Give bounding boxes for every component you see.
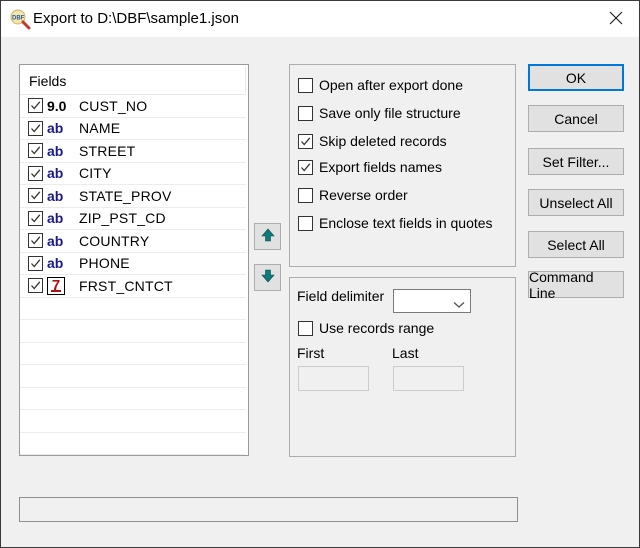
empty-row — [20, 388, 246, 410]
field-name: COUNTRY — [79, 232, 150, 249]
option-box[interactable] — [298, 105, 313, 121]
fields-list[interactable]: Fields 9.0 CUST_NOab NAME ab STREET ab CITY ab S… — [19, 64, 249, 456]
last-record-input[interactable] — [393, 366, 464, 391]
option-checkbox[interactable]: Reverse order — [298, 187, 408, 203]
option-checkbox[interactable]: Enclose text fields in quotes — [298, 215, 493, 231]
delimiter-group: Field delimiter Use records range First … — [289, 277, 516, 457]
field-checkbox[interactable] — [28, 233, 43, 249]
export-dialog: DBF Export to D:\DBF\sample1.json Fields… — [0, 0, 640, 548]
option-checkbox[interactable]: Skip deleted records — [298, 133, 447, 149]
text-type-icon: ab — [47, 120, 64, 137]
option-box[interactable] — [298, 215, 313, 231]
arrow-up-icon — [260, 228, 275, 245]
option-box[interactable] — [298, 77, 313, 93]
option-label: Reverse order — [319, 187, 408, 203]
fields-rows: 9.0 CUST_NOab NAME ab STREET ab CITY ab STATE_PR… — [20, 95, 246, 455]
title-bar: DBF Export to D:\DBF\sample1.json — [1, 1, 639, 37]
field-row[interactable]: ab COUNTRY — [20, 230, 246, 253]
date-type-icon: 7 — [47, 276, 65, 295]
field-name: STATE_PROV — [79, 187, 172, 204]
field-checkbox[interactable] — [28, 98, 43, 114]
empty-row — [20, 365, 246, 388]
last-label: Last — [392, 345, 419, 361]
field-name: NAME — [79, 120, 121, 137]
field-row[interactable]: ab STREET — [20, 140, 246, 163]
option-label: Export fields names — [319, 159, 442, 175]
field-checkbox[interactable] — [28, 278, 43, 294]
use-records-range-checkbox[interactable]: Use records range — [298, 320, 434, 336]
cancel-button[interactable]: Cancel — [528, 105, 624, 132]
field-checkbox[interactable] — [28, 120, 43, 136]
field-checkbox[interactable] — [28, 255, 43, 271]
window-title: Export to D:\DBF\sample1.json — [33, 10, 239, 27]
first-record-input[interactable] — [298, 366, 369, 391]
move-up-button[interactable] — [254, 223, 281, 250]
option-checkbox[interactable]: Save only file structure — [298, 105, 461, 121]
text-type-icon: ab — [47, 142, 64, 159]
use-records-range-box[interactable] — [298, 320, 313, 336]
fields-header-label: Fields — [29, 73, 67, 89]
field-row[interactable]: 7 FRST_CNTCT — [20, 275, 246, 298]
field-checkbox[interactable] — [28, 165, 43, 181]
field-name: CUST_NO — [79, 97, 148, 114]
command-line-button[interactable]: Command Line — [528, 269, 624, 301]
field-name: ZIP_PST_CD — [79, 210, 166, 227]
numeric-type-icon: 9.0 — [47, 97, 67, 114]
unselect-all-button[interactable]: Unselect All — [528, 189, 624, 216]
text-type-icon: ab — [47, 165, 64, 182]
option-box[interactable] — [298, 133, 313, 149]
field-row[interactable]: ab ZIP_PST_CD — [20, 208, 246, 230]
field-checkbox[interactable] — [28, 143, 43, 159]
set-filter-button[interactable]: Set Filter... — [528, 148, 624, 175]
option-box[interactable] — [298, 159, 313, 175]
empty-row — [20, 298, 246, 320]
ok-button[interactable]: OK — [528, 64, 624, 91]
field-name: FRST_CNTCT — [79, 277, 173, 294]
field-checkbox[interactable] — [28, 210, 43, 226]
text-type-icon: ab — [47, 210, 64, 227]
first-label: First — [297, 345, 325, 361]
close-icon — [609, 11, 623, 28]
chevron-down-icon — [453, 296, 465, 312]
use-records-range-label: Use records range — [319, 320, 435, 336]
field-delimiter-label: Field delimiter — [297, 288, 385, 304]
field-row[interactable]: ab STATE_PROV — [20, 185, 246, 208]
field-checkbox[interactable] — [28, 188, 43, 204]
option-checkbox[interactable]: Open after export done — [298, 77, 463, 93]
empty-row — [20, 410, 246, 433]
text-type-icon: ab — [47, 255, 64, 272]
field-row[interactable]: ab NAME — [20, 118, 246, 140]
field-name: STREET — [79, 142, 136, 159]
option-label: Save only file structure — [319, 105, 461, 121]
close-button[interactable] — [593, 1, 639, 37]
select-all-button[interactable]: Select All — [528, 231, 624, 258]
field-row[interactable]: ab PHONE — [20, 253, 246, 275]
option-box[interactable] — [298, 187, 313, 203]
empty-row — [20, 433, 246, 455]
text-type-icon: ab — [47, 187, 64, 204]
option-checkbox[interactable]: Export fields names — [298, 159, 442, 175]
field-delimiter-select[interactable] — [393, 289, 471, 313]
empty-row — [20, 343, 246, 365]
fields-list-header[interactable]: Fields — [20, 65, 246, 95]
dbf-magnifier-icon: DBF — [9, 8, 31, 30]
export-progress-bar — [19, 497, 518, 522]
option-label: Skip deleted records — [319, 133, 447, 149]
move-down-button[interactable] — [254, 264, 281, 291]
field-row[interactable]: 9.0 CUST_NO — [20, 95, 246, 118]
field-row[interactable]: ab CITY — [20, 163, 246, 185]
text-type-icon: ab — [47, 232, 64, 249]
export-options-group: Open after export done Save only file str… — [289, 64, 516, 267]
option-label: Open after export done — [319, 77, 463, 93]
empty-row — [20, 320, 246, 343]
field-name: CITY — [79, 165, 112, 182]
arrow-down-icon — [260, 269, 275, 286]
field-name: PHONE — [79, 255, 130, 272]
option-label: Enclose text fields in quotes — [319, 215, 493, 231]
header-separator — [245, 67, 246, 93]
